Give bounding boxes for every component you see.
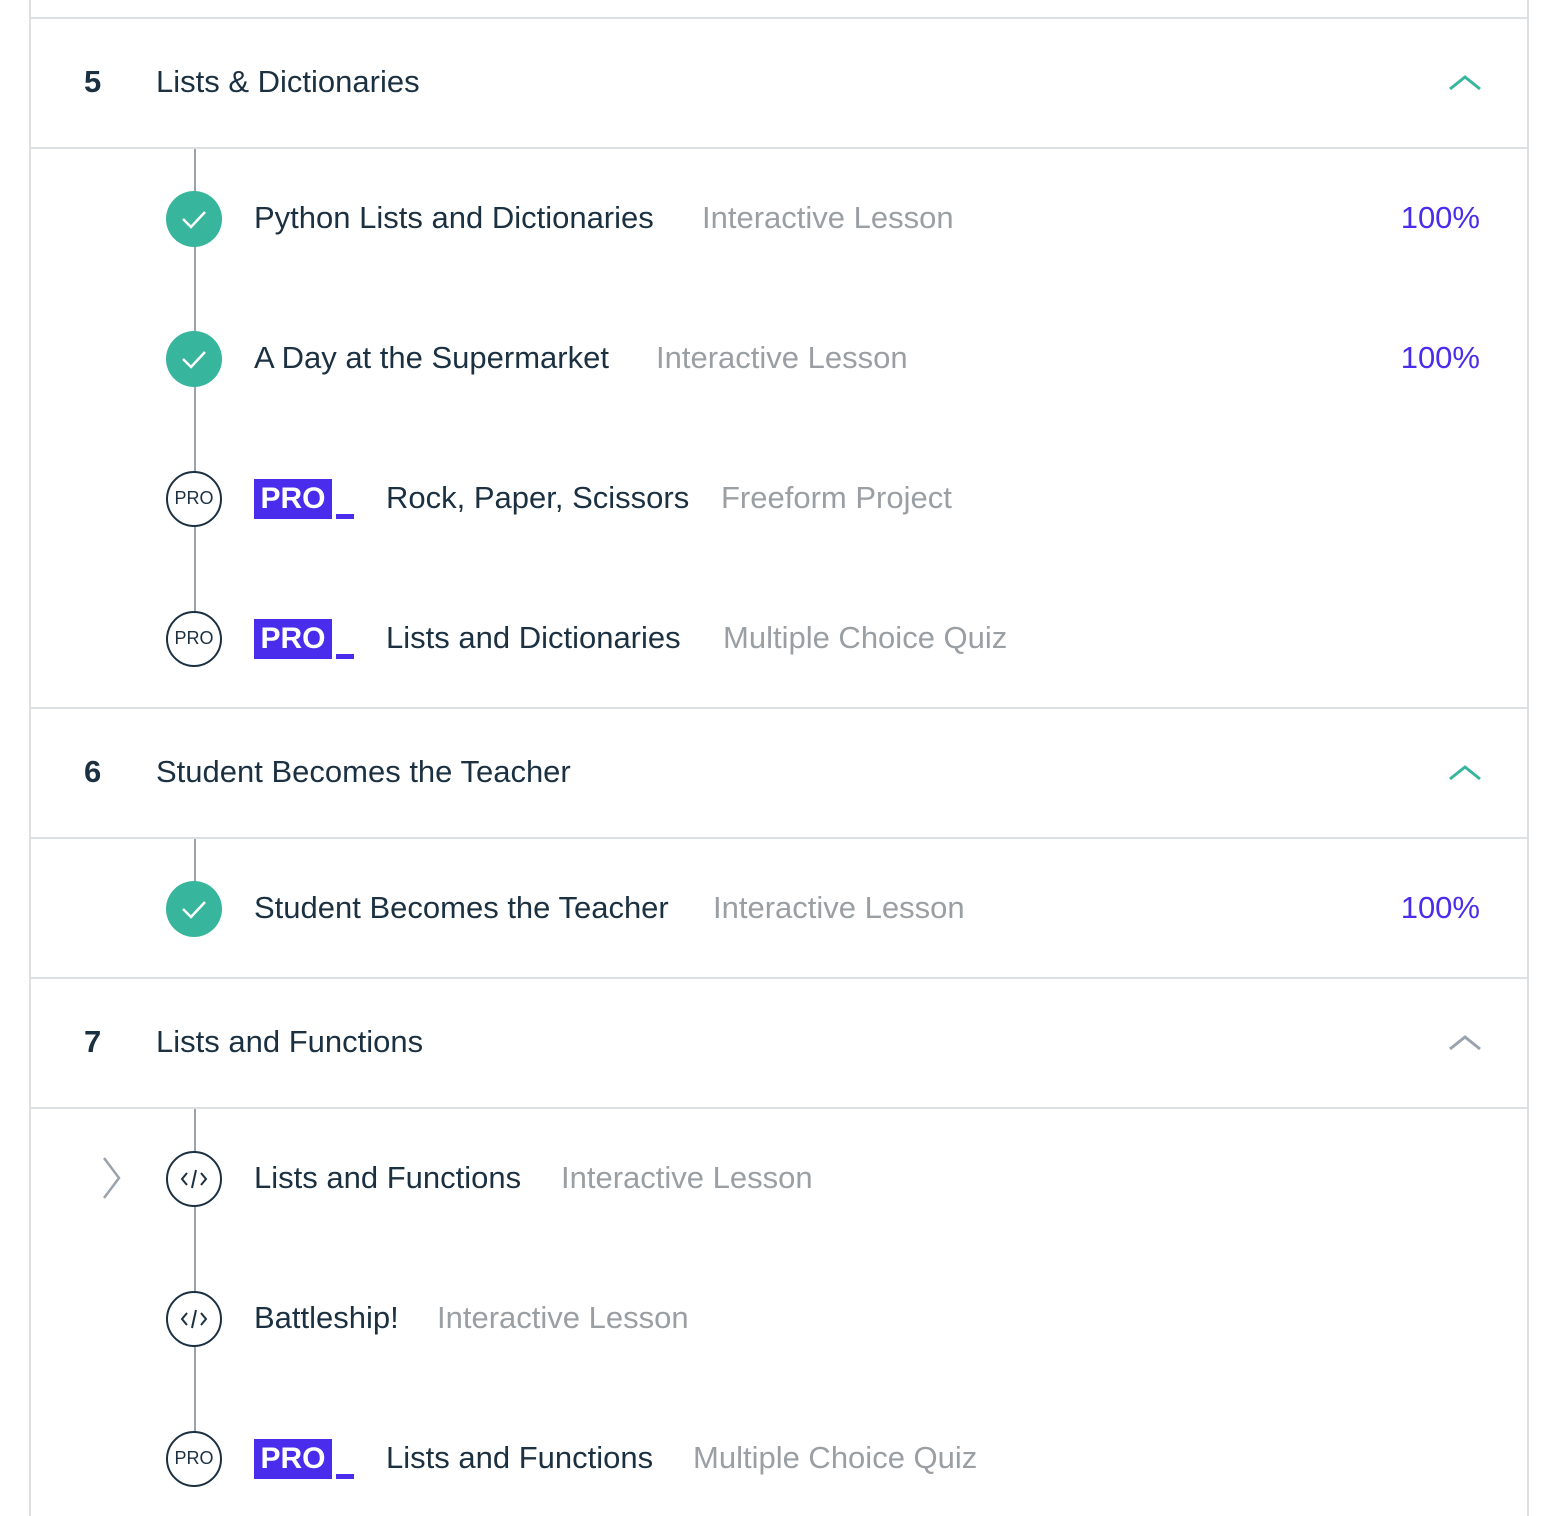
section-title: Lists & Dictionaries — [156, 64, 420, 99]
lesson-progress: 100% — [1400, 340, 1480, 375]
chevron-right-icon — [103, 1157, 121, 1199]
divider — [29, 1107, 1529, 1109]
pro-node-label: PRO — [174, 1448, 214, 1468]
lesson-type: Interactive Lesson — [437, 1300, 689, 1335]
chevron-up-icon[interactable] — [1447, 1032, 1483, 1054]
section-number: 6 — [84, 754, 102, 789]
divider — [29, 707, 1529, 709]
pro-badge: PRO — [254, 619, 332, 659]
pro-badge: PRO — [254, 1439, 332, 1479]
lesson-type: Multiple Choice Quiz — [723, 620, 1008, 655]
lesson-title[interactable]: Lists and Functions — [254, 1158, 521, 1198]
check-circle-icon — [166, 331, 222, 387]
lesson-title[interactable]: Lists and Functions — [386, 1438, 653, 1478]
section-number: 5 — [84, 64, 102, 99]
pro-badge-label: PRO — [260, 622, 326, 655]
lesson-title[interactable]: Battleship! — [254, 1298, 399, 1338]
lesson-type: Interactive Lesson — [656, 340, 908, 375]
pro-circle-icon: PRO — [166, 1431, 222, 1487]
lesson-title[interactable]: Rock, Paper, Scissors — [386, 478, 689, 518]
pro-badge-label: PRO — [260, 482, 326, 515]
lesson-type: Interactive Lesson — [713, 890, 965, 925]
section-title: Lists and Functions — [156, 1024, 424, 1059]
chevron-up-icon[interactable] — [1447, 72, 1483, 94]
section-title: Student Becomes the Teacher — [156, 754, 571, 789]
check-circle-icon — [166, 881, 222, 937]
lesson-title[interactable]: Student Becomes the Teacher — [254, 888, 669, 928]
code-circle-icon — [166, 1151, 222, 1207]
divider — [29, 837, 1529, 839]
pro-circle-icon: PRO — [166, 471, 222, 527]
code-circle-icon — [166, 1291, 222, 1347]
lesson-title[interactable]: Python Lists and Dictionaries — [254, 198, 654, 238]
check-circle-icon — [166, 191, 222, 247]
lesson-type: Freeform Project — [721, 480, 952, 515]
pro-node-label: PRO — [174, 488, 214, 508]
section-number: 7 — [84, 1024, 102, 1059]
divider — [29, 147, 1529, 149]
pro-cursor-underscore — [336, 514, 354, 519]
divider — [29, 17, 1529, 19]
lesson-type: Interactive Lesson — [702, 200, 954, 235]
lesson-progress: 100% — [1400, 200, 1480, 235]
chevron-up-icon[interactable] — [1447, 762, 1483, 784]
lesson-type: Multiple Choice Quiz — [693, 1440, 978, 1475]
lesson-type: Interactive Lesson — [561, 1160, 813, 1195]
divider — [29, 977, 1529, 979]
lesson-progress: 100% — [1400, 890, 1480, 925]
pro-cursor-underscore — [336, 654, 354, 659]
pro-badge-label: PRO — [260, 1442, 326, 1475]
pro-cursor-underscore — [336, 1474, 354, 1479]
lesson-title[interactable]: A Day at the Supermarket — [254, 338, 609, 378]
pro-circle-icon: PRO — [166, 611, 222, 667]
lesson-title[interactable]: Lists and Dictionaries — [386, 618, 681, 658]
pro-node-label: PRO — [174, 628, 214, 648]
pro-badge: PRO — [254, 479, 332, 519]
